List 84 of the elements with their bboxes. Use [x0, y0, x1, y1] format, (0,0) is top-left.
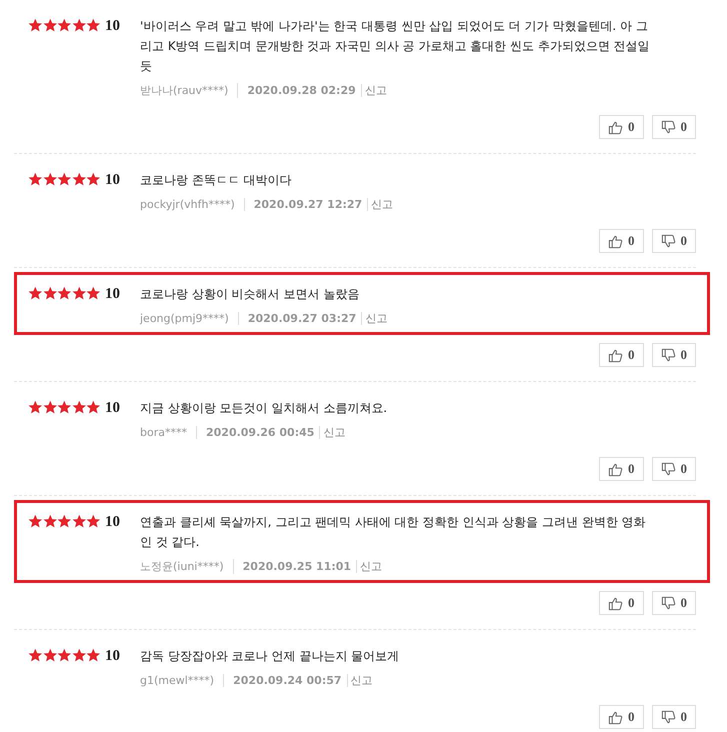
like-button[interactable]: 0 [599, 591, 644, 615]
review-text: 코로나랑 존똑ㄷㄷ 대박이다 [140, 172, 293, 189]
star-icon [28, 18, 43, 33]
dislike-button[interactable]: 0 [652, 229, 696, 253]
review-date: 2020.09.25 11:01 [234, 560, 358, 573]
report-link[interactable]: 신고 [368, 197, 394, 212]
star-icon [86, 286, 101, 301]
star-icon [42, 400, 58, 415]
dislike-button[interactable]: 0 [652, 115, 696, 139]
report-link[interactable]: 신고 [362, 83, 387, 98]
author-name: 노정윤(iuni****) [140, 559, 234, 574]
report-link[interactable]: 신고 [348, 673, 373, 688]
report-link[interactable]: 신고 [357, 559, 382, 574]
score: 10 [105, 17, 121, 36]
score: 10 [105, 647, 121, 666]
review-text: 연출과 클리셰 묵살까지, 그리고 팬데믹 사태에 대한 정확한 인식과 상황을 그려낸 완벽한 영화인 것 같다. [140, 514, 647, 551]
review-text: 코로나랑 상황이 비슷해서 보면서 놀랐음 [140, 286, 360, 303]
score: 10 [105, 285, 121, 304]
review-date: 2020.09.27 12:27 [244, 198, 368, 211]
thumbs-up-icon [608, 348, 623, 362]
review-date: 2020.09.24 00:57 [224, 674, 348, 687]
star-icon [57, 172, 72, 187]
star-icon [57, 286, 72, 301]
review-text: 지금 상황이랑 모든것이 일치해서 소름끼쳐요. [140, 400, 388, 417]
star-icon [42, 286, 58, 301]
star-icon [72, 172, 86, 187]
dislike-button[interactable]: 0 [652, 591, 696, 615]
star-icon [57, 18, 72, 33]
score: 10 [105, 171, 121, 190]
author-name: bora**** [140, 426, 197, 439]
star-icon [86, 514, 101, 529]
star-icon [42, 18, 58, 33]
dislike-button[interactable]: 0 [652, 705, 696, 729]
score: 10 [105, 513, 121, 532]
star-icon [28, 172, 43, 187]
thumbs-down-icon [660, 120, 676, 134]
star-icon [86, 648, 101, 663]
star-icon [86, 400, 101, 415]
thumbs-up-icon [608, 462, 623, 476]
like-button[interactable]: 0 [599, 229, 644, 253]
thumbs-down-icon [660, 462, 676, 476]
star-icon [28, 286, 43, 301]
dislike-button[interactable]: 0 [652, 343, 696, 367]
author-name: 받나나(rauv****) [140, 83, 238, 98]
dislike-button[interactable]: 0 [652, 457, 696, 481]
star-icon [86, 172, 101, 187]
author-name: g1(mewl****) [140, 674, 224, 687]
review-date: 2020.09.27 03:27 [238, 312, 362, 325]
like-button[interactable]: 0 [599, 457, 644, 481]
star-icon [28, 648, 43, 663]
review-date: 2020.09.26 00:45 [196, 426, 320, 439]
thumbs-down-icon [660, 348, 676, 362]
like-button[interactable]: 0 [599, 705, 644, 729]
star-icon [42, 514, 58, 529]
star-icon [57, 514, 72, 529]
star-icon [72, 18, 86, 33]
thumbs-up-icon [608, 596, 623, 610]
star-icon [57, 648, 72, 663]
score: 10 [105, 399, 121, 418]
star-icon [72, 286, 86, 301]
like-button[interactable]: 0 [599, 343, 644, 367]
star-icon [86, 18, 101, 33]
thumbs-up-icon [608, 120, 623, 134]
review-date: 2020.09.28 02:29 [238, 84, 362, 97]
star-icon [42, 648, 58, 663]
thumbs-up-icon [608, 234, 623, 248]
star-icon [72, 400, 86, 415]
thumbs-up-icon [608, 710, 623, 724]
review-text: 감독 당장잡아와 코로나 언제 끝나는지 물어보게 [140, 648, 400, 665]
author-name: pockyjr(vhfh****) [140, 198, 245, 211]
report-link[interactable]: 신고 [362, 311, 388, 326]
report-link[interactable]: 신고 [320, 425, 346, 440]
author-name: jeong(pmj9****) [140, 312, 239, 325]
thumbs-down-icon [660, 596, 676, 610]
star-icon [57, 400, 72, 415]
thumbs-down-icon [660, 710, 676, 724]
star-icon [72, 514, 86, 529]
like-button[interactable]: 0 [599, 115, 644, 139]
star-icon [28, 514, 43, 529]
star-icon [28, 400, 43, 415]
thumbs-down-icon [660, 234, 676, 248]
star-icon [42, 172, 58, 187]
review-text: '바이러스 우려 말고 밖에 나가라'는 한국 대통령 씬만 삽입 되었어도 더 기가 막혔을텐데. 아 그리고 K방역 드립치며 문개방한 것과 자국민 의사 공 가로채고 홀대한 씬도 추가되었으면 전설일듯 [140, 18, 650, 75]
star-icon [72, 648, 86, 663]
